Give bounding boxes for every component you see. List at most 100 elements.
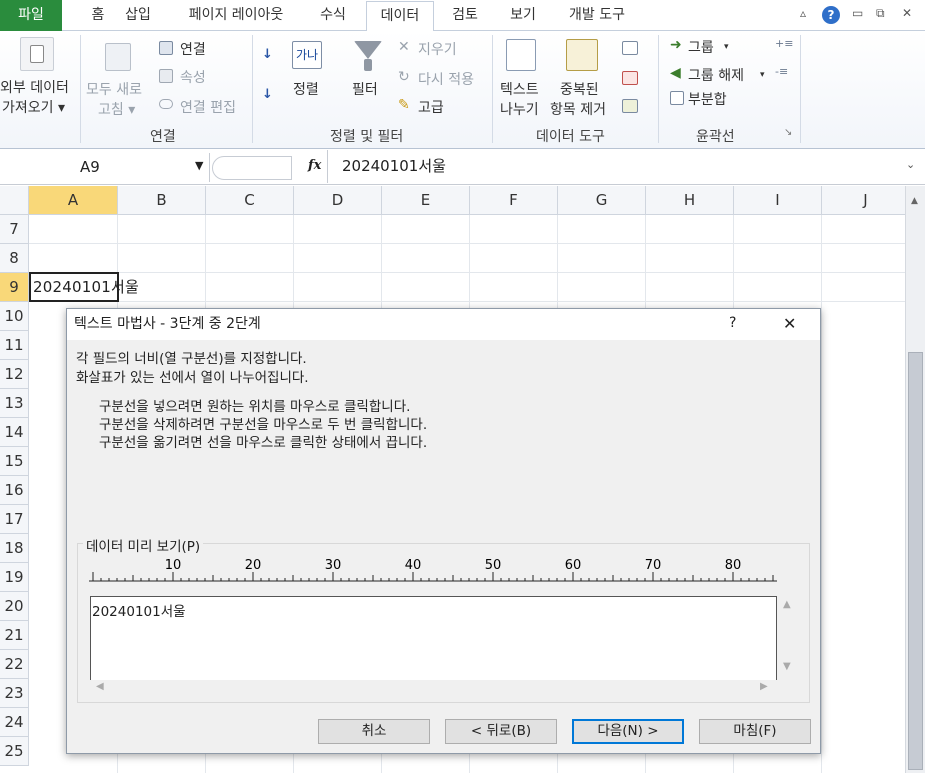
- row-header-25[interactable]: 25: [0, 737, 29, 766]
- tab-page-layout[interactable]: 페이지 레이아웃: [175, 0, 297, 31]
- column-header-c[interactable]: C: [206, 186, 294, 215]
- name-box-dropdown-icon[interactable]: ▼: [195, 159, 203, 172]
- row-header-13[interactable]: 13: [0, 389, 29, 418]
- show-detail-icon[interactable]: +≡: [775, 37, 793, 50]
- column-header-f[interactable]: F: [470, 186, 558, 215]
- help-icon[interactable]: ?: [822, 6, 840, 24]
- remove-duplicates-label-2[interactable]: 항목 제거: [550, 99, 606, 119]
- row-header-14[interactable]: 14: [0, 418, 29, 447]
- scrollbar-thumb[interactable]: [908, 352, 923, 770]
- vertical-scrollbar[interactable]: ▲: [905, 186, 925, 773]
- row-header-17[interactable]: 17: [0, 505, 29, 534]
- select-all-corner[interactable]: [0, 186, 29, 215]
- sort-button[interactable]: 정렬: [293, 79, 319, 99]
- preview-pane[interactable]: 20240101서울: [90, 596, 777, 680]
- column-header-b[interactable]: B: [118, 186, 206, 215]
- row-header-23[interactable]: 23: [0, 679, 29, 708]
- column-header-e[interactable]: E: [382, 186, 470, 215]
- close-icon[interactable]: ✕: [783, 314, 796, 333]
- help-button[interactable]: ?: [729, 315, 736, 331]
- filter-icon: [354, 41, 382, 59]
- row-header-15[interactable]: 15: [0, 447, 29, 476]
- outline-dialog-launcher-icon[interactable]: ↘: [784, 127, 792, 138]
- data-validation-icon[interactable]: [622, 41, 638, 55]
- insert-function-icon[interactable]: fx: [308, 158, 321, 173]
- window-restore-icon[interactable]: ⧉: [876, 6, 885, 21]
- window-close-icon[interactable]: ✕: [902, 6, 912, 20]
- row-header-22[interactable]: 22: [0, 650, 29, 679]
- row-header-21[interactable]: 21: [0, 621, 29, 650]
- connections-button[interactable]: 연결: [180, 39, 206, 59]
- tab-formulas[interactable]: 수식: [315, 0, 351, 31]
- column-header-j[interactable]: J: [822, 186, 905, 215]
- preview-text: 20240101서울: [92, 604, 186, 620]
- row-header-11[interactable]: 11: [0, 331, 29, 360]
- tab-view[interactable]: 보기: [504, 0, 542, 31]
- tab-home[interactable]: 홈: [80, 0, 116, 31]
- tab-developer[interactable]: 개발 도구: [562, 0, 632, 31]
- filter-button[interactable]: 필터: [352, 79, 378, 99]
- external-data-label-2[interactable]: 가져오기 ▾: [2, 97, 65, 117]
- preview-scroll-up-icon[interactable]: ▲: [783, 599, 791, 610]
- cancel-button[interactable]: 취소: [318, 719, 430, 744]
- scroll-up-icon[interactable]: ▲: [911, 196, 918, 206]
- expand-formula-bar-icon[interactable]: ⌄: [906, 158, 915, 171]
- formula-input[interactable]: 20240101서울: [342, 150, 446, 183]
- preview-scroll-left-icon[interactable]: ◀: [96, 681, 104, 692]
- advanced-button[interactable]: 고급: [418, 97, 444, 117]
- row-header-19[interactable]: 19: [0, 563, 29, 592]
- group-dropdown-icon[interactable]: ▾: [724, 42, 729, 52]
- preview-scroll-right-icon[interactable]: ▶: [760, 681, 768, 692]
- clear-button[interactable]: 지우기: [418, 39, 457, 59]
- row-header-9[interactable]: 9: [0, 273, 29, 302]
- text-to-columns-label-2[interactable]: 나누기: [500, 99, 539, 119]
- row-header-12[interactable]: 12: [0, 360, 29, 389]
- row-header-16[interactable]: 16: [0, 476, 29, 505]
- text-to-columns-label-1[interactable]: 텍스트: [500, 79, 539, 99]
- formula-bar-expander[interactable]: [212, 156, 292, 180]
- consolidate-icon[interactable]: [622, 71, 638, 85]
- external-data-label-1[interactable]: 외부 데이터: [0, 77, 69, 97]
- remove-duplicates-label-1[interactable]: 중복된: [560, 79, 599, 99]
- instruction-move: 구분선을 옮기려면 선을 마우스로 클릭한 상태에서 끕니다.: [99, 435, 428, 451]
- instruction-delete: 구분선을 삭제하려면 구분선을 마우스로 두 번 클릭합니다.: [99, 417, 428, 433]
- next-button[interactable]: 다음(N) >: [572, 719, 684, 744]
- row-header-18[interactable]: 18: [0, 534, 29, 563]
- edit-links-button[interactable]: 연결 편집: [180, 97, 236, 117]
- subtotal-button[interactable]: 부분합: [688, 89, 727, 109]
- reapply-button[interactable]: 다시 적용: [418, 69, 474, 89]
- row-header-10[interactable]: 10: [0, 302, 29, 331]
- column-header-g[interactable]: G: [558, 186, 646, 215]
- hide-detail-icon[interactable]: -≡: [775, 65, 788, 78]
- finish-button[interactable]: 마침(F): [699, 719, 811, 744]
- ungroup-button[interactable]: 그룹 해제: [688, 65, 744, 85]
- row-header-7[interactable]: 7: [0, 215, 29, 244]
- properties-button[interactable]: 속성: [180, 67, 206, 87]
- tab-file[interactable]: 파일: [0, 0, 62, 31]
- row-header-8[interactable]: 8: [0, 244, 29, 273]
- row-header-24[interactable]: 24: [0, 708, 29, 737]
- sort-descending-icon[interactable]: ↓: [262, 87, 273, 102]
- name-box[interactable]: A9: [0, 153, 210, 182]
- ungroup-dropdown-icon[interactable]: ▾: [760, 70, 765, 80]
- window-minimize-icon[interactable]: ▭: [852, 6, 863, 20]
- row-header-20[interactable]: 20: [0, 592, 29, 621]
- tab-data[interactable]: 데이터: [366, 1, 434, 32]
- ruler-label-80: 80: [725, 559, 742, 573]
- column-header-i[interactable]: I: [734, 186, 822, 215]
- column-ruler[interactable]: 10 20 30 40 50 60 70 80: [89, 559, 777, 583]
- minimize-ribbon-icon[interactable]: ▵: [800, 6, 806, 20]
- column-header-d[interactable]: D: [294, 186, 382, 215]
- tab-review[interactable]: 검토: [446, 0, 484, 31]
- tab-insert[interactable]: 삽입: [120, 0, 156, 31]
- preview-scroll-down-icon[interactable]: ▼: [783, 661, 791, 672]
- refresh-all-label-2[interactable]: 고침 ▾: [98, 99, 135, 119]
- group-button[interactable]: 그룹: [688, 37, 714, 57]
- refresh-all-label-1[interactable]: 모두 새로: [86, 79, 142, 99]
- sort-ascending-icon[interactable]: ↓: [262, 47, 273, 62]
- back-button[interactable]: < 뒤로(B): [445, 719, 557, 744]
- column-header-a[interactable]: A: [29, 186, 118, 215]
- column-header-h[interactable]: H: [646, 186, 734, 215]
- what-if-analysis-icon[interactable]: [622, 99, 638, 113]
- group-separator: [252, 35, 253, 143]
